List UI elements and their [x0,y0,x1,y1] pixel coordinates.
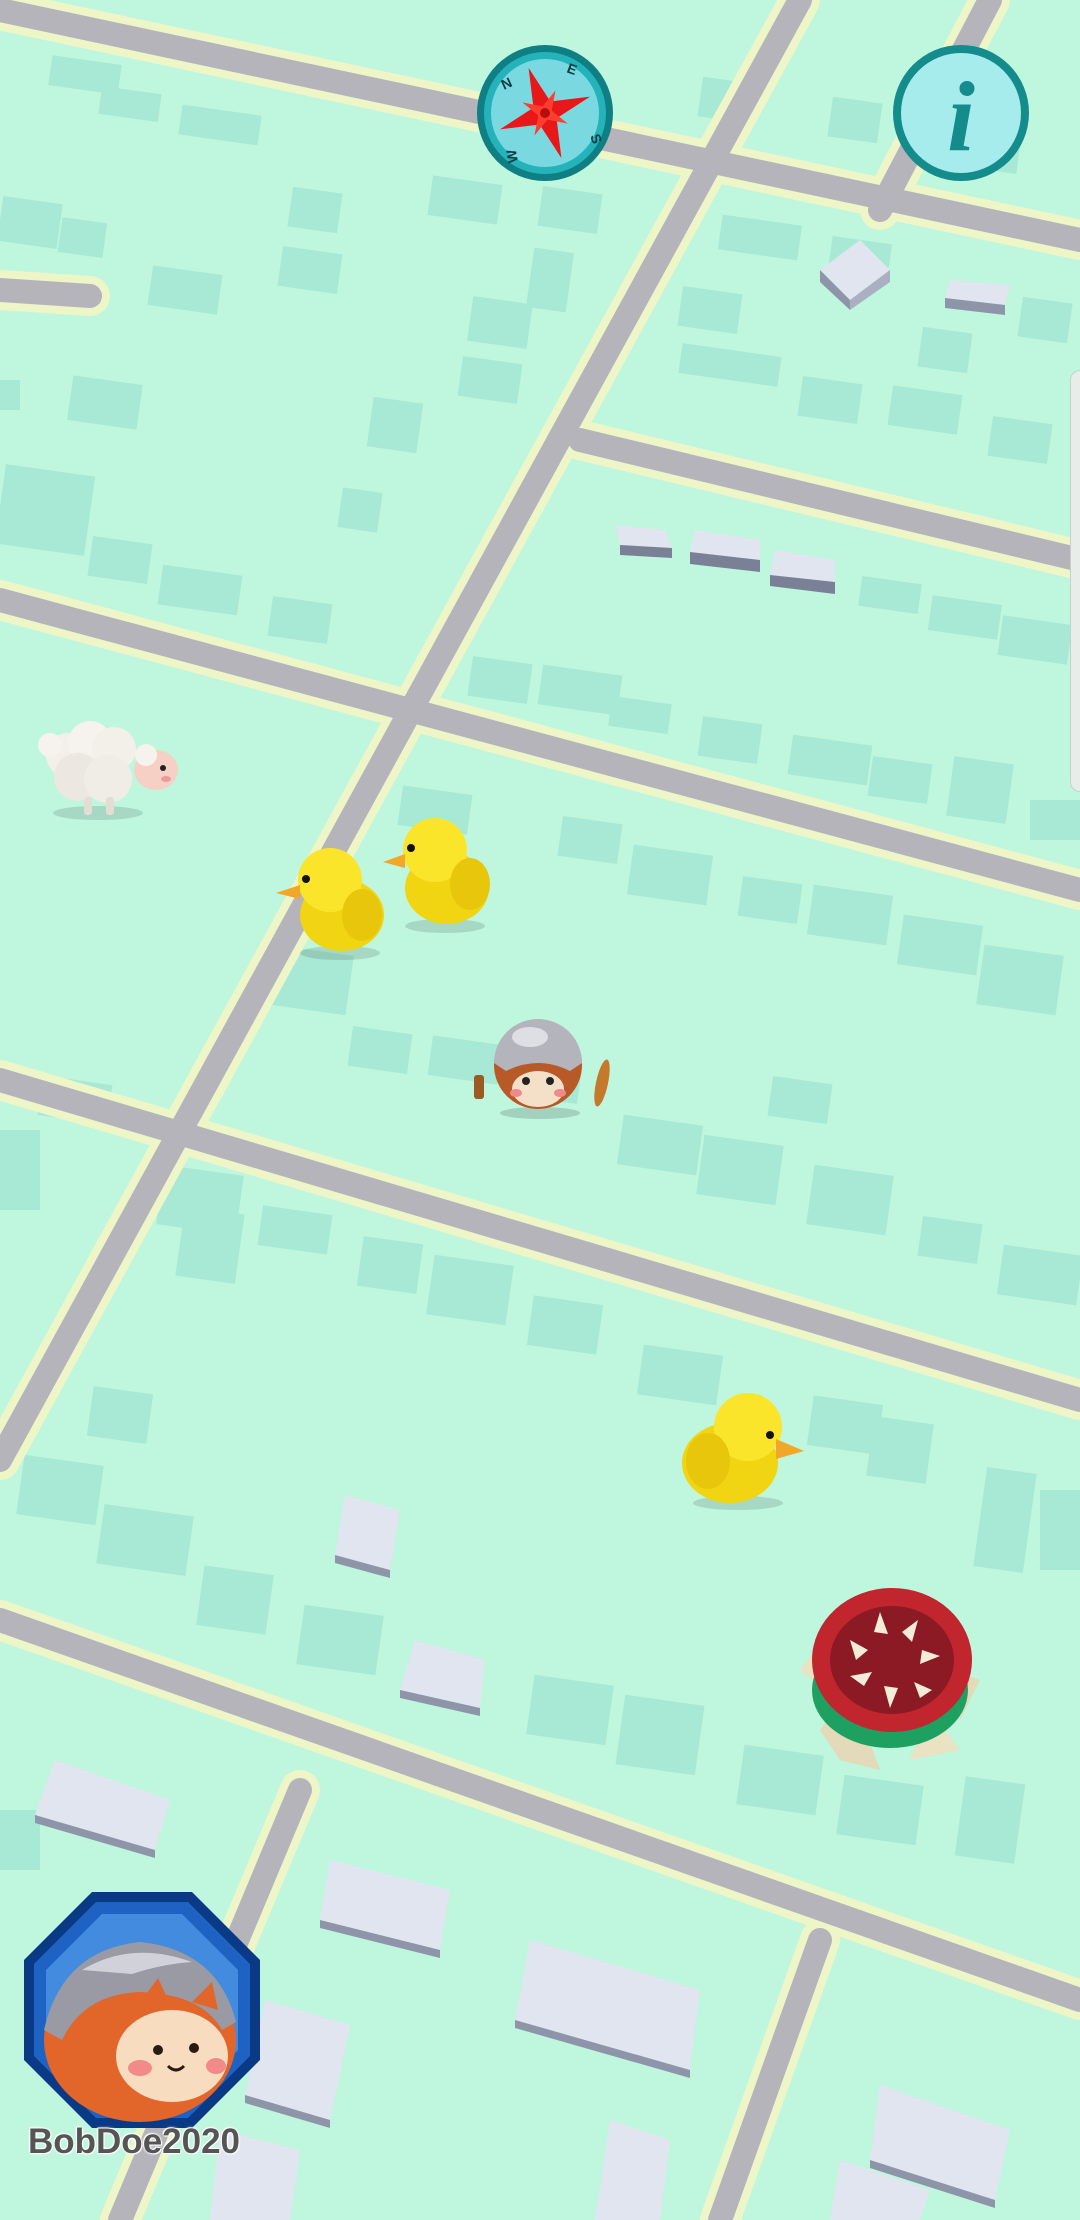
player-username: BobDoe2020 [28,2122,241,2161]
duck-creature-2[interactable] [375,808,505,938]
info-glyph: i [947,61,975,172]
compass-button[interactable]: N E S W [474,42,616,184]
plant-monster-icon [800,1588,980,1770]
duck-icon [276,848,384,960]
sheep-icon [38,721,178,820]
info-button[interactable]: i [890,42,1032,184]
player-avatar-button[interactable] [22,1890,262,2130]
avatar-icon [24,1892,260,2128]
player-character[interactable] [470,1005,620,1125]
sheep-creature[interactable] [28,705,188,825]
duck-icon [383,818,490,933]
compass-icon [477,45,613,181]
duck-icon [682,1393,804,1510]
player-character-icon [474,1019,610,1119]
duck-creature-3[interactable] [668,1375,818,1515]
edge-panel-handle[interactable] [1070,370,1080,792]
plant-monster-creature[interactable] [780,1560,990,1780]
